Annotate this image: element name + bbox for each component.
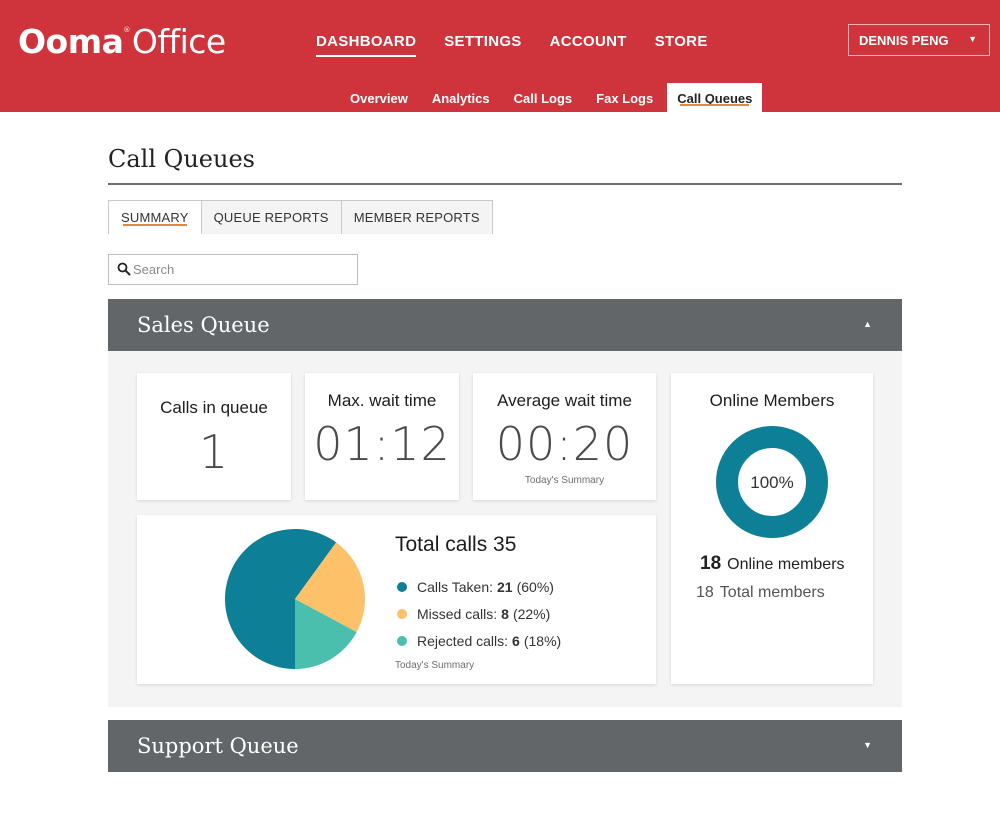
legend-dot-missed-calls [397,608,407,619]
online-members-donut: 100% [716,426,828,538]
legend-count: 21 [497,578,513,595]
search-icon [117,262,131,276]
chevron-down-icon: ▼ [968,34,977,44]
tab-member-reports[interactable]: MEMBER REPORTS [340,200,493,234]
calls-in-queue-card: Calls in queue 1 [137,373,291,500]
subnav-call-queues[interactable]: Call Queues [667,83,763,112]
average-wait-time-card: Average wait time 00:20 Today's Summary [473,373,656,500]
online-members-row: 18 Online members [700,553,845,575]
main-nav: DASHBOARD SETTINGS ACCOUNT STORE [316,33,736,57]
legend-calls-taken: Calls Taken: 21 (60%) [397,573,561,600]
legend-count: 6 [512,632,520,649]
active-underline [680,104,750,106]
active-underline [123,224,187,226]
total-members-count: 18 [696,584,714,601]
legend-missed-calls: Missed calls: 8 (22%) [397,600,561,627]
chevron-up-icon[interactable]: ▲ [863,319,872,329]
user-menu-button[interactable]: DENNIS PENG ▼ [848,24,990,56]
title-divider [108,183,902,185]
online-members-count: 18 [700,553,722,574]
top-bar: Ooma®Office DASHBOARD SETTINGS ACCOUNT S… [0,0,1000,112]
calls-in-queue-value: 1 [198,425,230,479]
subnav-overview[interactable]: Overview [340,83,418,112]
total-calls-card: Total calls 35 Calls Taken: 21 (60%) Mis… [137,515,656,684]
tab-queue-reports[interactable]: QUEUE REPORTS [200,200,342,234]
online-members-label: Online members [727,556,845,573]
legend-percent: (60%) [516,578,554,595]
subnav-fax-logs[interactable]: Fax Logs [586,83,663,112]
donut-percent-label: 100% [750,473,793,492]
legend-percent: (18%) [523,632,562,649]
total-members-label: Total members [719,584,825,601]
search-box [108,254,358,285]
logo-product: Office [131,22,226,61]
total-calls-pie-chart [225,529,365,669]
sub-nav: Overview Analytics Call Logs Fax Logs Ca… [340,83,766,112]
tab-summary-label: SUMMARY [121,210,189,225]
legend-rejected-calls: Rejected calls: 6 (18%) [397,627,561,654]
legend-count: 8 [501,605,509,622]
average-wait-time-label: Average wait time [497,391,632,410]
subnav-call-logs[interactable]: Call Logs [504,83,583,112]
todays-summary-note: Today's Summary [524,475,605,486]
queue-name: Sales Queue [137,313,270,337]
total-calls-title: Total calls 35 [395,533,517,556]
total-members-row: 18 Total members [696,584,825,602]
online-members-card: Online Members 100% 18 Online members 18 T… [671,373,873,684]
pie-legend: Calls Taken: 21 (60%) Missed calls: 8 (2… [397,573,561,654]
todays-summary-note: Today's Summary [395,660,475,671]
nav-settings[interactable]: SETTINGS [444,33,521,57]
support-queue-header[interactable]: Support Queue ▼ [108,720,902,772]
logo-brand: Ooma [18,22,124,61]
nav-store[interactable]: STORE [655,33,708,57]
max-wait-time-value: 01:12 [313,417,451,471]
subnav-analytics[interactable]: Analytics [422,83,500,112]
search-input[interactable] [133,259,343,279]
user-name: DENNIS PENG [859,33,949,48]
nav-account[interactable]: ACCOUNT [550,33,627,57]
legend-label: Missed calls: [417,605,498,622]
legend-dot-rejected-calls [397,635,407,646]
legend-label: Rejected calls: [417,632,509,649]
queue-name: Support Queue [137,734,299,758]
report-tabs: SUMMARY QUEUE REPORTS MEMBER REPORTS [108,200,493,234]
legend-label: Calls Taken: [417,578,494,595]
nav-dashboard[interactable]: DASHBOARD [316,33,417,57]
chevron-down-icon[interactable]: ▼ [863,740,872,750]
legend-dot-calls-taken [397,581,407,592]
max-wait-time-card: Max. wait time 01:12 [305,373,459,500]
online-members-title: Online Members [709,391,835,410]
legend-percent: (22%) [512,605,551,622]
calls-in-queue-label: Calls in queue [160,398,268,417]
tab-summary[interactable]: SUMMARY [108,200,202,234]
average-wait-time-value: 00:20 [495,417,634,471]
max-wait-time-label: Max. wait time [327,391,437,410]
page-title: Call Queues [108,145,255,173]
sales-queue-header[interactable]: Sales Queue ▲ [108,299,902,351]
sales-queue-body: Calls in queue 1 Max. wait time 01:12 Av… [108,351,902,707]
logo-registered-mark: ® [123,26,130,34]
ooma-office-logo[interactable]: Ooma®Office [18,22,226,62]
